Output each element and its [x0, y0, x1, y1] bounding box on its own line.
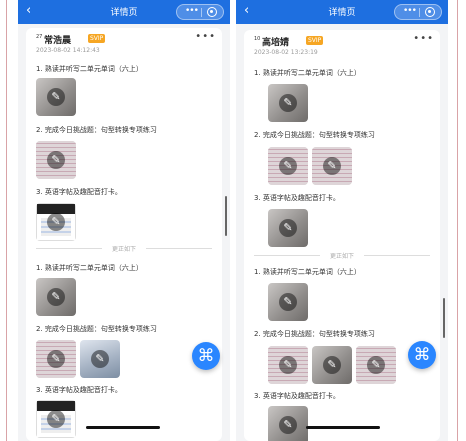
target-icon[interactable]	[207, 7, 217, 17]
photo-thumbnail[interactable]: ✎	[268, 346, 308, 384]
svip-badge: SVIP	[306, 36, 324, 45]
edit-pen-icon[interactable]: ✎	[323, 356, 341, 374]
edit-pen-icon[interactable]: ✎	[279, 293, 297, 311]
edit-pen-icon[interactable]: ✎	[47, 151, 65, 169]
home-indicator	[306, 426, 380, 429]
photo-thumbnail[interactable]: ✎	[268, 406, 308, 441]
photo-thumbnail[interactable]: ✎	[36, 78, 76, 116]
mini-program-capsule: •••	[176, 4, 224, 20]
task-3: 3. 英语字帖及趣配音打卡。	[254, 194, 340, 202]
phone-screen-right: ‹ 详情页 ••• 10 高培婧 SVIP ••• 2023-08-02 13:…	[236, 0, 448, 441]
floating-menu-button[interactable]: ⌘	[408, 341, 436, 369]
edit-pen-icon[interactable]: ✎	[47, 213, 65, 231]
task-2: 2. 完成今日挑战题：句型转换专项练习	[36, 126, 157, 134]
photo-thumbnail[interactable]: ✎	[312, 346, 352, 384]
photo-thumbnail[interactable]: ✎	[36, 278, 76, 316]
edit-pen-icon[interactable]: ✎	[47, 88, 65, 106]
student-rank: 10	[254, 36, 261, 42]
homework-card: 10 高培婧 SVIP ••• 2023-08-02 13:23:19 1. 熟…	[244, 30, 440, 441]
corrected-task-2: 2. 完成今日挑战题：句型转换专项练习	[254, 330, 375, 338]
scrollbar[interactable]	[443, 298, 445, 338]
photo-thumbnail[interactable]: ✎	[312, 147, 352, 185]
submit-time: 2023-08-02 13:23:19	[254, 49, 318, 56]
corrected-task-1: 1. 熟读并听写二单元单词（六上）	[36, 264, 143, 272]
corrected-task-3: 3. 英语字帖及趣配音打卡。	[36, 386, 122, 394]
card-more-button[interactable]: •••	[413, 33, 434, 44]
corrected-task-1: 1. 熟读并听写二单元单词（六上）	[254, 268, 361, 276]
corrected-task-3: 3. 英语字帖及趣配音打卡。	[254, 392, 340, 400]
submit-time: 2023-08-02 14:12:43	[36, 47, 100, 54]
edit-pen-icon[interactable]: ✎	[47, 410, 65, 428]
more-dots-icon[interactable]: •••	[185, 6, 199, 16]
edit-pen-icon[interactable]: ✎	[279, 356, 297, 374]
border-line-left	[6, 0, 7, 441]
edit-pen-icon[interactable]: ✎	[367, 356, 385, 374]
task-1: 1. 熟读并听写二单元单词（六上）	[36, 65, 143, 73]
phone-screen-left: ‹ 详情页 ••• 27 常浩晨 SVIP ••• 2023-08-02 14:…	[18, 0, 230, 441]
task-3: 3. 英语字帖及趣配音打卡。	[36, 188, 122, 196]
edit-pen-icon[interactable]: ✎	[323, 157, 341, 175]
homework-card: 27 常浩晨 SVIP ••• 2023-08-02 14:12:43 1. 熟…	[26, 28, 222, 441]
edit-pen-icon[interactable]: ✎	[279, 94, 297, 112]
edit-pen-icon[interactable]: ✎	[47, 350, 65, 368]
student-header: 27 常浩晨 SVIP •••	[36, 31, 216, 48]
divider-line	[364, 255, 430, 256]
edit-pen-icon[interactable]: ✎	[279, 219, 297, 237]
photo-thumbnail[interactable]: ✎	[36, 203, 76, 241]
photo-thumbnail[interactable]: ✎	[80, 340, 120, 378]
nav-bar: ‹ 详情页 •••	[236, 0, 448, 24]
svip-badge: SVIP	[88, 34, 106, 43]
photo-thumbnail[interactable]: ✎	[36, 340, 76, 378]
photo-thumbnail[interactable]: ✎	[268, 209, 308, 247]
edit-pen-icon[interactable]: ✎	[279, 416, 297, 434]
edit-pen-icon[interactable]: ✎	[91, 350, 109, 368]
correction-divider: 更正如下	[36, 244, 212, 253]
student-name: 高培婧	[262, 38, 290, 48]
photo-thumbnail[interactable]: ✎	[36, 400, 76, 438]
photo-thumbnail[interactable]: ✎	[356, 346, 396, 384]
capsule-divider	[201, 8, 202, 17]
more-dots-icon[interactable]: •••	[403, 6, 417, 16]
task-2: 2. 完成今日挑战题：句型转换专项练习	[254, 131, 375, 139]
scrollbar[interactable]	[225, 196, 227, 236]
photo-thumbnail[interactable]: ✎	[268, 84, 308, 122]
divider-line	[146, 248, 212, 249]
correction-divider: 更正如下	[254, 251, 430, 260]
photo-thumbnail[interactable]: ✎	[268, 147, 308, 185]
home-indicator	[86, 426, 160, 429]
screenshot-stage: ‹ 详情页 ••• 27 常浩晨 SVIP ••• 2023-08-02 14:…	[0, 0, 466, 441]
student-name: 常浩晨	[44, 36, 72, 46]
target-icon[interactable]	[425, 7, 435, 17]
photo-thumbnail[interactable]: ✎	[268, 283, 308, 321]
capsule-divider	[419, 8, 420, 17]
photo-thumbnail[interactable]: ✎	[36, 141, 76, 179]
floating-menu-button[interactable]: ⌘	[192, 342, 220, 370]
corrected-task-2: 2. 完成今日挑战题：句型转换专项练习	[36, 325, 157, 333]
task-1: 1. 熟读并听写二单元单词（六上）	[254, 69, 361, 77]
student-header: 10 高培婧 SVIP •••	[254, 33, 434, 50]
edit-pen-icon[interactable]: ✎	[279, 157, 297, 175]
nav-bar: ‹ 详情页 •••	[18, 0, 230, 24]
card-more-button[interactable]: •••	[195, 31, 216, 42]
mini-program-capsule: •••	[394, 4, 442, 20]
student-rank: 27	[36, 34, 43, 40]
border-line-right	[457, 0, 458, 441]
edit-pen-icon[interactable]: ✎	[47, 288, 65, 306]
